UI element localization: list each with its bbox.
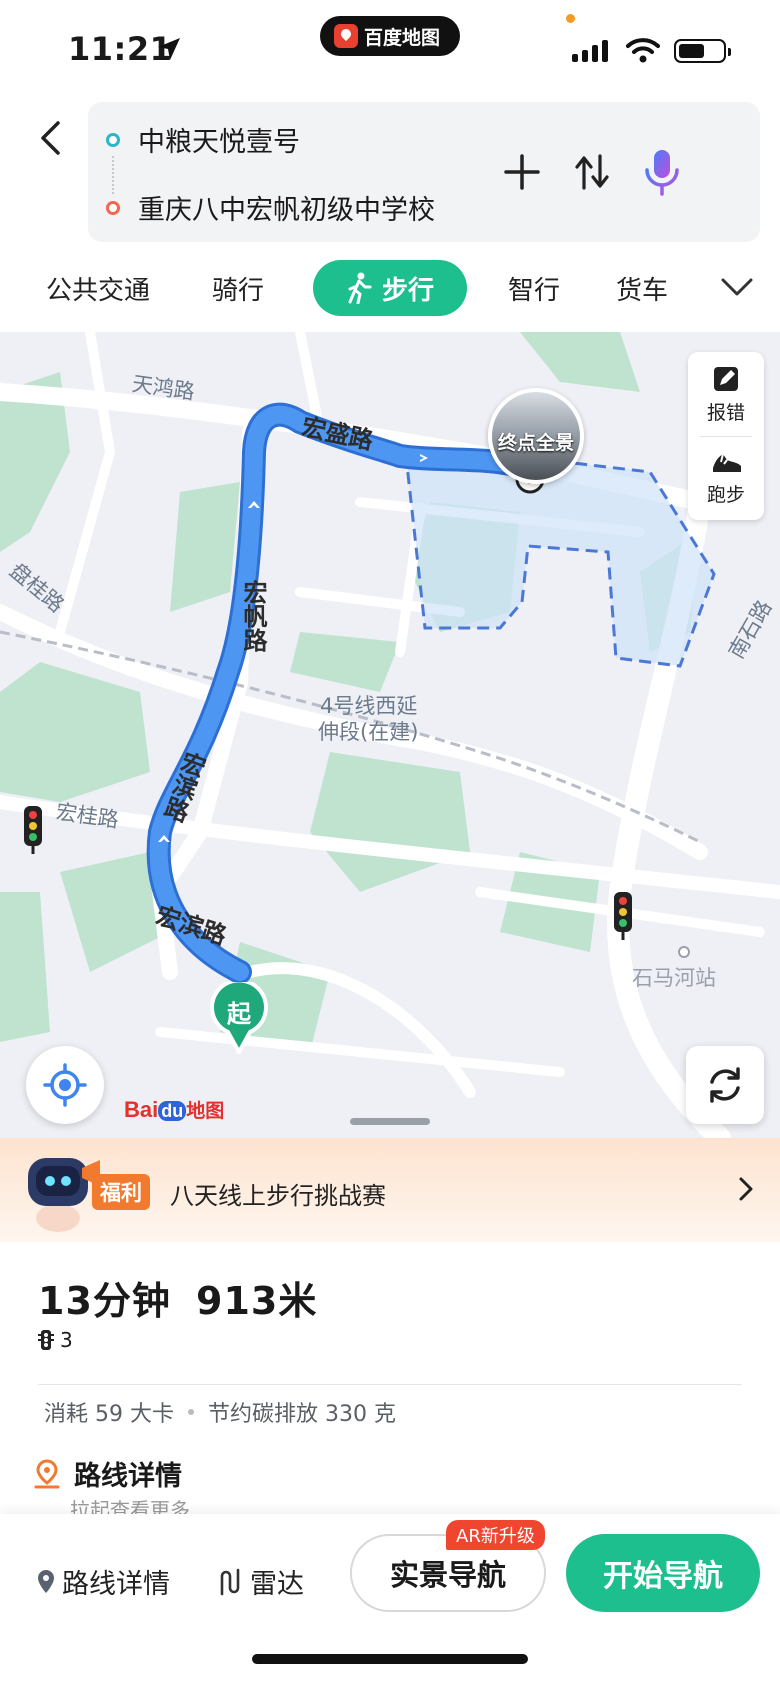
end-dot-icon bbox=[106, 200, 120, 215]
radar-button[interactable]: 雷达 bbox=[216, 1562, 304, 1601]
home-indicator[interactable] bbox=[252, 1654, 528, 1664]
promo-text: 八天线上步行挑战赛 bbox=[170, 1182, 386, 1210]
status-bar: 11:21 百度地图 bbox=[0, 0, 780, 100]
start-navigation-button[interactable]: 开始导航 bbox=[566, 1534, 760, 1612]
stat-separator bbox=[187, 1409, 194, 1415]
route-detail-button-label: 路线详情 bbox=[62, 1569, 170, 1600]
plus-icon bbox=[504, 154, 540, 190]
radar-icon bbox=[220, 1568, 240, 1595]
ar-upgrade-badge: AR新升级 bbox=[446, 1520, 545, 1550]
chevron-right-icon bbox=[739, 1177, 753, 1201]
metro-label-line2: 伸段(在建) bbox=[318, 720, 419, 744]
start-dot-icon bbox=[106, 132, 120, 147]
traffic-light-marker bbox=[24, 806, 42, 854]
baidu-map-app-icon bbox=[334, 24, 358, 48]
running-button[interactable]: 跑步 bbox=[688, 436, 764, 520]
traffic-light-icon bbox=[38, 1330, 54, 1350]
route-distance: 913米 bbox=[196, 1279, 318, 1323]
chevron-left-icon bbox=[41, 121, 60, 155]
active-app-pill[interactable]: 百度地图 bbox=[320, 16, 460, 56]
sheet-drag-handle[interactable] bbox=[350, 1118, 430, 1125]
walking-icon bbox=[348, 272, 372, 304]
traffic-light-count: 3 bbox=[38, 1328, 73, 1352]
route-detail-button[interactable]: 路线详情 bbox=[36, 1562, 170, 1601]
voice-input-button[interactable] bbox=[636, 146, 688, 198]
traffic-light-count-value: 3 bbox=[60, 1328, 73, 1352]
baidu-map-logo: Bai du 地图 bbox=[124, 1097, 225, 1122]
chevron-down-icon[interactable] bbox=[720, 276, 754, 298]
route-detail-heading[interactable]: 路线详情 bbox=[34, 1454, 182, 1493]
swap-icon bbox=[575, 154, 609, 190]
route-detail-heading-label: 路线详情 bbox=[74, 1461, 182, 1492]
destination-panorama-button[interactable]: 终点全景 bbox=[488, 388, 584, 484]
wifi-icon bbox=[626, 38, 660, 63]
travel-mode-tabs: 公共交通 骑行 步行 智行 货车 bbox=[0, 254, 780, 332]
tab-smart[interactable]: 智行 bbox=[508, 260, 560, 316]
road-label-hongfan: 宏帆路 bbox=[239, 580, 267, 652]
privacy-indicator-dot bbox=[566, 14, 575, 23]
map-tool-panel: 报错 跑步 bbox=[688, 352, 764, 520]
route-input-panel: 中粮天悦壹号 重庆八中宏帆初级中学校 bbox=[88, 102, 760, 242]
locate-me-button[interactable] bbox=[26, 1046, 104, 1124]
crosshair-icon bbox=[43, 1063, 87, 1107]
tab-cycling[interactable]: 骑行 bbox=[212, 260, 264, 316]
route-duration: 13分钟 bbox=[38, 1279, 171, 1323]
location-arrow-icon bbox=[158, 38, 180, 60]
calorie-stat: 消耗 59 大卡 bbox=[44, 1402, 174, 1427]
carbon-stat: 节约碳排放 330 克 bbox=[207, 1402, 396, 1427]
microphone-icon bbox=[645, 150, 679, 196]
end-point-label: 重庆八中宏帆初级中学校 bbox=[138, 195, 435, 226]
location-pin-icon bbox=[34, 1458, 60, 1488]
promo-banner[interactable]: 福利 八天线上步行挑战赛 bbox=[0, 1138, 780, 1242]
tab-walking-label: 步行 bbox=[381, 275, 434, 306]
route-stats: 消耗 59 大卡 节约碳排放 330 克 bbox=[44, 1396, 396, 1428]
back-button[interactable] bbox=[30, 118, 70, 158]
refresh-route-button[interactable] bbox=[686, 1046, 764, 1124]
tab-truck[interactable]: 货车 bbox=[616, 260, 668, 316]
summary-divider bbox=[38, 1384, 742, 1385]
radar-button-label: 雷达 bbox=[250, 1569, 304, 1600]
tab-walking[interactable]: 步行 bbox=[313, 260, 467, 316]
cellular-signal-icon bbox=[572, 40, 608, 62]
start-point-label: 中粮天悦壹号 bbox=[138, 127, 300, 158]
start-marker-label: 起 bbox=[227, 1000, 251, 1028]
map-view[interactable]: 天鸿路 宏盛路 宏帆路 宏滨路 宏滨路 盘桂路 宏桂路 4号线西延 伸段(在建)… bbox=[0, 332, 780, 1138]
refresh-icon bbox=[710, 1067, 740, 1103]
swap-route-button[interactable] bbox=[566, 146, 618, 198]
add-waypoint-button[interactable] bbox=[496, 146, 548, 198]
active-app-label: 百度地图 bbox=[364, 26, 441, 49]
running-label: 跑步 bbox=[706, 483, 745, 506]
tab-transit[interactable]: 公共交通 bbox=[46, 260, 150, 316]
battery-icon bbox=[674, 39, 731, 63]
report-error-label: 报错 bbox=[706, 401, 745, 424]
end-point-field[interactable]: 重庆八中宏帆初级中学校 bbox=[106, 188, 435, 227]
map-pin-icon bbox=[38, 1569, 54, 1593]
panorama-label: 终点全景 bbox=[497, 432, 574, 454]
shoe-icon bbox=[713, 453, 741, 472]
start-point-field[interactable]: 中粮天悦壹号 bbox=[106, 120, 300, 159]
edit-icon bbox=[714, 366, 738, 391]
report-error-button[interactable]: 报错 bbox=[688, 352, 764, 436]
promo-badge: 福利 bbox=[92, 1174, 150, 1210]
station-label-shima: 石马河站 bbox=[632, 966, 716, 990]
